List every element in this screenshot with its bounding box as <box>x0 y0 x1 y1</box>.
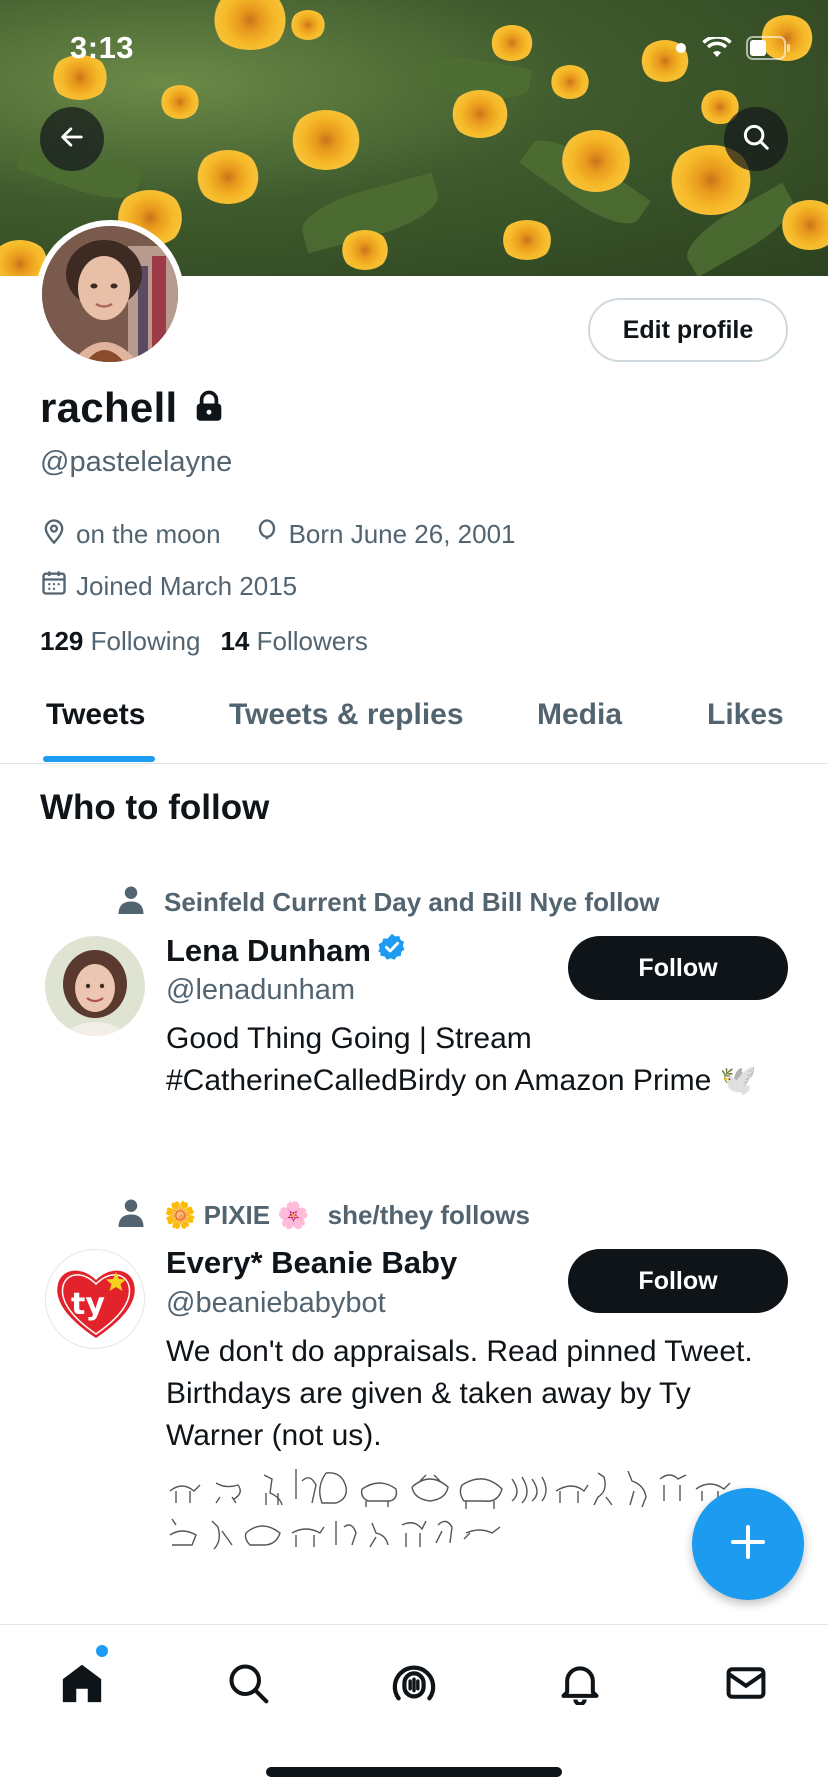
suggestion-name-row: Lena Dunham <box>166 932 407 970</box>
suggestion-avatar[interactable]: ty <box>45 1249 145 1349</box>
active-tab-indicator <box>43 756 155 762</box>
following-count: 129 <box>40 626 84 656</box>
bell-icon <box>558 1661 602 1710</box>
followers-label: Followers <box>256 626 368 656</box>
person-icon <box>116 884 146 921</box>
profile-tabs: Tweets Tweets & replies Media Likes <box>0 686 828 764</box>
back-button[interactable] <box>40 107 104 171</box>
joined-text: Joined March 2015 <box>76 571 298 601</box>
profile-name-row: rachell <box>40 384 224 432</box>
ty-logo-text: ty <box>71 1287 105 1322</box>
location-icon <box>40 517 68 552</box>
suggestion-name[interactable]: Every* Beanie Baby <box>166 1245 457 1281</box>
status-time: 3:13 <box>70 30 135 65</box>
home-notification-dot <box>96 1645 108 1657</box>
followers-link[interactable]: 14 Followers <box>220 626 367 657</box>
social-context-prefix: 🌼 PIXIE 🌸 <box>164 1200 310 1230</box>
home-indicator <box>266 1767 562 1777</box>
calendar-icon <box>40 569 68 604</box>
tab-likes[interactable]: Likes <box>707 698 784 732</box>
suggestion-handle: @lenadunham <box>166 974 356 1006</box>
search-icon <box>741 122 771 157</box>
birthday-item: Born June 26, 2001 <box>253 517 516 552</box>
following-link[interactable]: 129 Following <box>40 626 200 657</box>
following-label: Following <box>90 626 201 656</box>
birthday-text: Born June 26, 2001 <box>288 519 516 549</box>
profile-name: rachell <box>40 384 178 431</box>
social-context-text: she/they follows <box>327 1200 530 1230</box>
nav-messages[interactable] <box>716 1655 776 1715</box>
joined-item: Joined March 2015 <box>40 569 297 604</box>
nav-spaces[interactable] <box>384 1655 444 1715</box>
nav-notifications[interactable] <box>550 1655 610 1715</box>
tab-tweets-replies[interactable]: Tweets & replies <box>229 698 464 732</box>
tab-media[interactable]: Media <box>537 698 622 732</box>
search-button[interactable] <box>724 107 788 171</box>
profile-avatar[interactable] <box>36 220 184 368</box>
nav-explore[interactable] <box>218 1655 278 1715</box>
profile-handle: @pastelelayne <box>40 446 233 478</box>
mail-icon <box>724 1661 768 1710</box>
suggestion-bio: Good Thing Going | Stream #CatherineCall… <box>166 1022 757 1097</box>
edit-profile-button[interactable]: Edit profile <box>588 298 788 362</box>
location-item: on the moon <box>40 517 221 552</box>
person-icon <box>116 1197 146 1234</box>
back-arrow-icon <box>58 123 86 156</box>
balloon-icon <box>253 517 281 552</box>
tab-tweets[interactable]: Tweets <box>46 698 145 732</box>
status-bar: 3:13 <box>0 0 828 100</box>
explore-icon <box>226 1661 270 1710</box>
suggestion-handle: @beaniebabybot <box>166 1287 386 1319</box>
follow-button[interactable]: Follow <box>568 936 788 1000</box>
social-context-text: Seinfeld Current Day and Bill Nye follow <box>164 887 660 917</box>
who-to-follow-title: Who to follow <box>40 788 270 827</box>
verified-badge-icon <box>377 932 407 970</box>
suggestion-avatar[interactable] <box>45 936 145 1036</box>
battery-icon <box>746 36 792 65</box>
profile-meta-row: on the moon Born June 26, 2001 <box>40 517 538 552</box>
lock-icon <box>194 390 224 427</box>
compose-plus-icon <box>728 1522 768 1567</box>
wifi-icon <box>702 35 732 64</box>
location-text: on the moon <box>76 519 221 549</box>
suggestion-name[interactable]: Lena Dunham <box>166 933 371 969</box>
bottom-navigation <box>0 1624 828 1792</box>
suggestion-name-row: Every* Beanie Baby <box>166 1245 457 1281</box>
compose-tweet-button[interactable] <box>692 1488 804 1600</box>
followers-count: 14 <box>220 626 250 656</box>
spaces-icon <box>391 1660 437 1711</box>
follow-counts: 129 Following 14 Followers <box>40 626 368 657</box>
nav-home[interactable] <box>52 1655 112 1715</box>
social-context: 🌼 PIXIE 🌸 she/they follows <box>116 1197 530 1234</box>
social-context: Seinfeld Current Day and Bill Nye follow <box>116 884 660 921</box>
status-icons <box>674 35 792 65</box>
location-arrow-icon <box>674 40 688 61</box>
follow-button[interactable]: Follow <box>568 1249 788 1313</box>
profile-joined-row: Joined March 2015 <box>40 569 319 604</box>
home-icon <box>59 1660 105 1711</box>
suggestion-bio: We don't do appraisals. Read pinned Twee… <box>166 1335 753 1452</box>
